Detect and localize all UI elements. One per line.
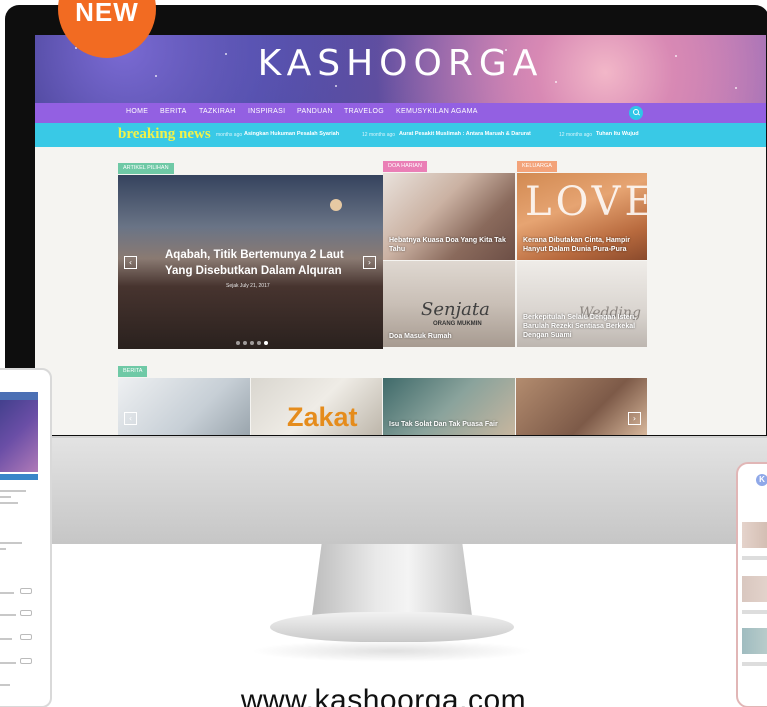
article-tile-title[interactable]: Doa Masuk Rumah — [389, 332, 509, 341]
slider-dot[interactable] — [236, 341, 240, 345]
tablet-text-line — [0, 502, 18, 504]
tablet-text-line — [0, 548, 6, 550]
tablet-like-button — [20, 634, 32, 640]
tablet-hero-image — [0, 400, 38, 472]
main-nav: HOME BERITA TAZKIRAH INSPIRASI PANDUAN T… — [35, 103, 766, 123]
tablet-text-line — [0, 614, 16, 616]
website-screen: KASHOORGA HOME BERITA TAZKIRAH INSPIRASI… — [35, 35, 766, 435]
imac-stand — [312, 544, 472, 616]
slider-pagination[interactable] — [236, 332, 276, 345]
tile-overlay-text: Senjata — [421, 299, 490, 320]
website-url: www.kashoorga.com — [240, 684, 527, 707]
berita-prev-button[interactable]: ‹ — [124, 412, 137, 425]
phone-device: K — [736, 462, 767, 707]
apple-logo-icon — [372, 478, 412, 526]
new-badge-label: NEW — [75, 0, 139, 27]
category-tag-doa-harian[interactable]: DOA HARIAN — [383, 161, 427, 172]
tablet-text-line — [0, 662, 16, 664]
tablet-screen — [0, 392, 38, 697]
featured-article-title[interactable]: Aqabah, Titik Bertemunya 2 Laut Yang Dis… — [165, 247, 350, 279]
tablet-like-button — [20, 610, 32, 616]
featured-article-date: Sejak July 21, 2017 — [226, 283, 270, 289]
breaking-news-ticker: breaking news months ago Asingkan Hukuma… — [35, 123, 766, 147]
ticker-item[interactable]: Tuhan Itu Wujud — [596, 131, 639, 137]
category-tag-artikel-pilihan[interactable]: ARTIKEL PILIHAN — [118, 163, 174, 174]
ticker-time: 12 months ago — [362, 132, 396, 138]
site-logo[interactable]: KASHOORGA — [35, 43, 766, 84]
ticker-item[interactable]: Aurat Pesakit Muslimah : Antara Maruah &… — [399, 131, 531, 137]
slider-dot[interactable] — [257, 341, 261, 345]
article-tile-title[interactable]: Berkepitulah Selalu Dengan Isteri, Barul… — [523, 313, 645, 340]
berita-tile[interactable]: ‹ — [118, 378, 250, 435]
article-tile[interactable]: LOVE Kerana Dibutakan Cinta, Hampir Hany… — [517, 173, 647, 260]
nav-item-travelog[interactable]: TRAVELOG — [344, 108, 384, 115]
ticker-item[interactable]: Asingkan Hukuman Pesalah Syariah — [244, 131, 339, 137]
slider-dot-active[interactable] — [264, 341, 268, 345]
nav-item-panduan[interactable]: PANDUAN — [297, 108, 333, 115]
slider-prev-button[interactable]: ‹ — [124, 256, 137, 269]
site-header-banner: KASHOORGA — [35, 35, 766, 103]
nav-item-inspirasi[interactable]: INSPIRASI — [248, 108, 285, 115]
article-tile[interactable]: Senjata ORANG MUKMIN Doa Masuk Rumah — [383, 261, 515, 347]
zakat-image-text: Zakat — [287, 402, 358, 432]
tile-overlay-subtext: ORANG MUKMIN — [433, 321, 482, 327]
berita-next-button[interactable]: › — [628, 412, 641, 425]
phone-image-block — [742, 576, 767, 602]
nav-item-tazkirah[interactable]: TAZKIRAH — [199, 108, 236, 115]
love-text-image: LOVE — [525, 179, 647, 225]
phone-app-logo: K — [756, 474, 767, 486]
tablet-top-bar — [0, 392, 38, 400]
berita-tile[interactable]: Zakat — [251, 378, 382, 435]
slider-dot[interactable] — [243, 341, 247, 345]
berita-tile[interactable]: › — [516, 378, 647, 435]
category-tag-keluarga[interactable]: KELUARGA — [517, 161, 557, 172]
article-tile-title[interactable]: Hebatnya Kuasa Doa Yang Kita Tak Tahu — [389, 236, 513, 254]
tablet-text-line — [0, 496, 11, 498]
imac-stand-base — [270, 612, 514, 642]
phone-image-block — [742, 522, 767, 548]
tablet-like-button — [20, 588, 32, 594]
article-tile[interactable]: Hebatnya Kuasa Doa Yang Kita Tak Tahu — [383, 173, 515, 260]
breaking-news-label: breaking news — [118, 126, 211, 142]
phone-text-line — [742, 662, 767, 666]
phone-text-line — [742, 610, 767, 614]
article-tile[interactable]: Wedding Berkepitulah Selalu Dengan Ister… — [517, 261, 647, 347]
tablet-text-line — [0, 490, 26, 492]
article-tile-title[interactable]: Kerana Dibutakan Cinta, Hampir Hanyut Da… — [523, 236, 645, 254]
imac-shadow — [250, 640, 534, 662]
tablet-text-line — [0, 638, 12, 640]
search-icon[interactable] — [629, 106, 643, 120]
tablet-like-button — [20, 658, 32, 664]
ticker-time: 12 months ago — [559, 132, 593, 138]
slider-dot[interactable] — [250, 341, 254, 345]
tablet-text-line — [0, 542, 22, 544]
tablet-device — [0, 368, 52, 707]
berita-tile[interactable]: Isu Tak Solat Dan Tak Puasa Fair — [383, 378, 515, 435]
nav-item-berita[interactable]: BERITA — [160, 108, 187, 115]
category-tag-berita[interactable]: BERITA — [118, 366, 148, 377]
product-mockup-image: KASHOORGA HOME BERITA TAZKIRAH INSPIRASI… — [0, 0, 767, 707]
berita-tile-title[interactable]: Isu Tak Solat Dan Tak Puasa Fair — [389, 420, 513, 429]
phone-image-block — [742, 628, 767, 654]
nav-item-kemusykilan-agama[interactable]: KEMUSYKILAN AGAMA — [396, 108, 478, 115]
slider-next-button[interactable]: › — [363, 256, 376, 269]
tablet-button-bar — [0, 474, 38, 480]
moon-image — [330, 199, 342, 211]
featured-slider[interactable]: Aqabah, Titik Bertemunya 2 Laut Yang Dis… — [118, 175, 383, 349]
tablet-text-line — [0, 592, 14, 594]
phone-text-line — [742, 556, 767, 560]
ticker-time: months ago — [216, 132, 243, 138]
nav-item-home[interactable]: HOME — [126, 108, 148, 115]
